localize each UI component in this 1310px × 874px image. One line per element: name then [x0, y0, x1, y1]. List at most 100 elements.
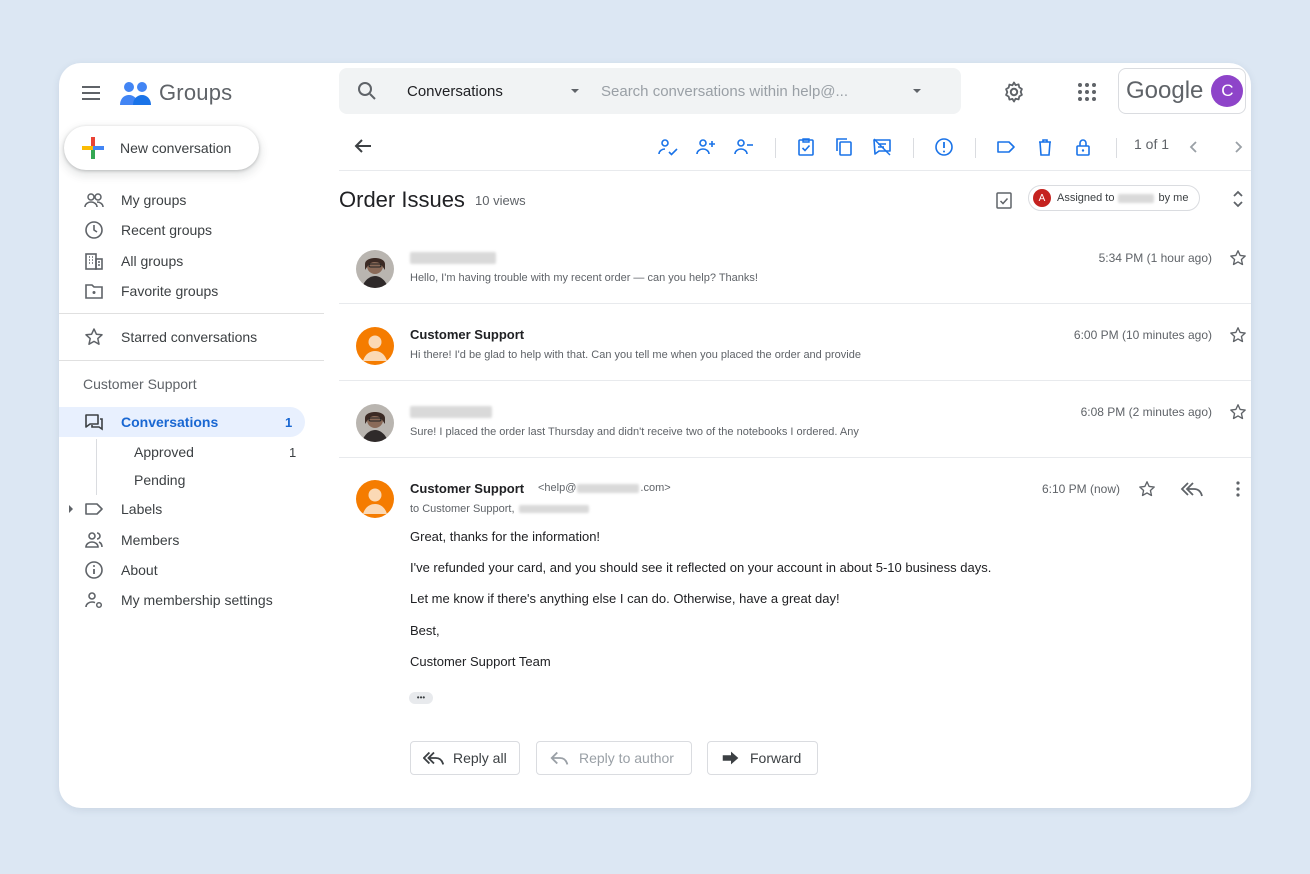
star-button[interactable] [1229, 249, 1247, 267]
message-time: 6:00 PM (10 minutes ago) [1073, 328, 1212, 342]
toolbar-separator [913, 138, 914, 158]
message-body-line: Best, [410, 623, 440, 638]
no-action-needed-button[interactable] [871, 136, 895, 160]
redacted-name [1118, 193, 1155, 203]
star-outline-icon [1139, 481, 1155, 497]
toolbar-separator [775, 138, 776, 158]
assign-to-me-button[interactable] [657, 136, 681, 160]
message-sender: Customer Support [410, 327, 525, 342]
star-button[interactable] [1138, 480, 1156, 498]
unassign-button[interactable] [733, 136, 757, 160]
forward-button[interactable]: Forward [707, 741, 818, 775]
nav-labels[interactable]: Labels [59, 495, 324, 523]
reply-all-quick-button[interactable] [1180, 478, 1204, 500]
main-menu-button[interactable] [79, 81, 103, 105]
new-conversation-button[interactable]: New conversation [64, 126, 259, 170]
forum-icon [83, 412, 105, 432]
search-bar[interactable]: Conversations Search conversations withi… [339, 68, 961, 114]
settings-button[interactable] [1002, 80, 1026, 104]
assign-button[interactable] [695, 136, 719, 160]
groups-logo[interactable]: Groups [119, 75, 279, 111]
message-snippet: Hello, I'm having trouble with my recent… [410, 272, 758, 284]
redacted-domain [577, 483, 640, 493]
nav-pending[interactable]: Pending [134, 468, 185, 492]
group-section-title: Customer Support [83, 376, 197, 392]
mark-complete-toggle[interactable] [993, 189, 1015, 211]
search-options-icon[interactable] [907, 81, 927, 101]
nav-approved[interactable]: Approved 1 [134, 440, 299, 464]
nav-my-groups[interactable]: My groups [59, 186, 324, 214]
message-divider [339, 303, 1251, 304]
unfold-icon [1233, 190, 1243, 208]
recipients-line[interactable]: to Customer Support, [410, 503, 589, 515]
report-button[interactable] [933, 136, 957, 160]
arrow-back-icon [354, 139, 371, 153]
assigned-suffix: by me [1158, 192, 1189, 204]
nav-membership-settings[interactable]: My membership settings [59, 586, 324, 614]
nav-recent-groups[interactable]: Recent groups [59, 216, 324, 244]
folder-star-icon [83, 280, 105, 302]
mark-complete-button[interactable] [795, 136, 819, 160]
nav-label: Approved [134, 444, 194, 460]
app-name: Groups [159, 80, 233, 105]
toolbar-divider [339, 170, 1251, 171]
search-icon[interactable] [355, 79, 379, 103]
message-snippet: Hi there! I'd be glad to help with that.… [410, 349, 861, 361]
apps-grid-icon [1078, 83, 1096, 101]
delete-button[interactable] [1034, 136, 1058, 160]
more-options-button[interactable] [1229, 479, 1247, 499]
conversation-count: 1 [285, 414, 293, 430]
search-scope-select[interactable]: Conversations [407, 83, 557, 100]
previous-button[interactable] [1183, 136, 1205, 158]
caret-down-icon[interactable] [565, 81, 585, 101]
nav-starred-conversations[interactable]: Starred conversations [59, 323, 324, 351]
lock-button[interactable] [1072, 136, 1096, 160]
nav-conversations[interactable]: Conversations 1 [59, 407, 305, 437]
sender-avatar-photo [356, 250, 394, 288]
assignment-chip[interactable]: A Assigned to by me [1028, 185, 1200, 211]
nav-about[interactable]: About [59, 556, 324, 584]
search-input[interactable]: Search conversations within help@... [601, 83, 901, 100]
nav-members[interactable]: Members [59, 526, 324, 554]
label-outline-icon [997, 141, 1015, 153]
message-divider [339, 457, 1251, 458]
sender-avatar [356, 480, 394, 518]
info-icon [83, 559, 105, 581]
next-button[interactable] [1227, 136, 1249, 158]
account-switcher[interactable]: Google C [1118, 68, 1246, 114]
message-time: 5:34 PM (1 hour ago) [1098, 251, 1212, 265]
nav-all-groups[interactable]: All groups [59, 247, 324, 275]
clock-icon [83, 219, 105, 241]
star-button[interactable] [1229, 403, 1247, 421]
nav-favorite-groups[interactable]: Favorite groups [59, 277, 324, 305]
nav-label: My membership settings [121, 592, 273, 608]
reply-to-author-button[interactable]: Reply to author [536, 741, 692, 775]
show-trimmed-content-button[interactable]: ••• [409, 692, 433, 704]
redacted-recipient [518, 505, 589, 513]
view-count: 10 views [475, 193, 526, 208]
reply-all-label: Reply all [453, 750, 507, 766]
back-button[interactable] [351, 134, 375, 158]
label-button[interactable] [995, 136, 1019, 160]
lock-icon [1076, 139, 1090, 156]
nav-divider [59, 313, 324, 314]
sender-avatar [356, 327, 394, 365]
toolbar-separator [1116, 138, 1117, 158]
assigned-prefix: Assigned to [1057, 192, 1115, 204]
reply-all-button[interactable]: Reply all [410, 741, 520, 775]
person-remove-icon [734, 139, 753, 155]
expand-collapse-button[interactable] [1228, 187, 1248, 211]
account-avatar[interactable]: C [1211, 75, 1244, 107]
message-body-line: I've refunded your card, and you should … [410, 560, 992, 575]
app-window: Groups Conversations Search conversation… [59, 63, 1251, 808]
tree-line [96, 439, 97, 495]
star-button[interactable] [1229, 326, 1247, 344]
groups-people-icon [120, 82, 151, 105]
google-apps-button[interactable] [1075, 80, 1099, 104]
message-body-line: Great, thanks for the information! [410, 529, 601, 544]
email-prefix: <help@ [538, 482, 577, 494]
more-vert-icon [1236, 481, 1240, 497]
report-icon [935, 138, 953, 156]
star-outline-icon [1230, 327, 1246, 343]
mark-duplicate-button[interactable] [833, 136, 857, 160]
